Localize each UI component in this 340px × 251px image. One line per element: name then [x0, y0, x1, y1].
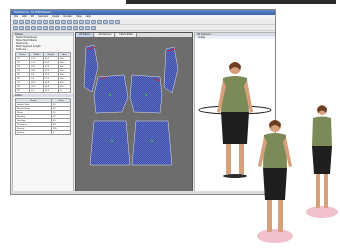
simulate-icon[interactable]: [85, 19, 90, 24]
fabric-table: Name Value Stretch-Weft 30 Stretch-Warp 30…: [15, 98, 72, 135]
point-tool-icon[interactable]: [55, 19, 60, 24]
cell: 14.2: [42, 88, 59, 93]
select-tool-icon[interactable]: [43, 19, 48, 24]
avatar-skirt: [312, 146, 332, 174]
pin-icon[interactable]: [67, 25, 72, 30]
cell: 72: [57, 88, 72, 93]
pattern-piece-back-skirt[interactable]: [131, 120, 173, 166]
avatar-leg-right: [324, 174, 328, 208]
sewing-tool-icon[interactable]: [79, 19, 84, 24]
camera-icon[interactable]: [91, 25, 96, 30]
polygon-tool-icon[interactable]: [73, 19, 78, 24]
pattern-piece-front-skirt[interactable]: [89, 120, 131, 166]
pleat-icon[interactable]: [37, 25, 42, 30]
floating-avatars: [257, 105, 338, 243]
pattern-table: Name Width Height Area P1 12.4 30.2 280 P2 1…: [14, 52, 72, 93]
avatar-leg-left: [267, 200, 272, 232]
avatar-skirt: [263, 168, 287, 200]
grainline-icon[interactable]: [49, 25, 54, 30]
open-file-icon[interactable]: [19, 19, 24, 24]
pattern-2d-view[interactable]: 2D Pattern 3D Garment Fabric Editor: [75, 32, 193, 194]
zoom-out-icon[interactable]: [109, 19, 114, 24]
fabric-panel-title: Fabric: [13, 94, 73, 97]
avatar-leg-right: [278, 200, 283, 232]
cell: P9: [14, 88, 31, 93]
line-tool-icon[interactable]: [61, 19, 66, 24]
mirror-icon[interactable]: [19, 25, 24, 30]
pattern-canvas[interactable]: [76, 37, 192, 193]
save-icon[interactable]: [25, 19, 30, 24]
undo-icon[interactable]: [31, 19, 36, 24]
fit-view-icon[interactable]: [115, 19, 120, 24]
notch-icon[interactable]: [25, 25, 30, 30]
table-row[interactable]: P9 6.0 14.2 72: [14, 88, 72, 93]
top-dark-strip: [126, 0, 336, 4]
cell: 6.0: [29, 88, 44, 93]
table-row[interactable]: Friction 3: [15, 130, 72, 135]
arrange-icon[interactable]: [13, 25, 18, 30]
avatar-top: [263, 133, 287, 168]
avatar-shadow: [306, 206, 338, 218]
transform-tool-icon[interactable]: [49, 19, 54, 24]
avatar-top: [312, 116, 332, 146]
render-icon[interactable]: [85, 25, 90, 30]
fold-icon[interactable]: [73, 25, 78, 30]
zoom-in-icon[interactable]: [103, 19, 108, 24]
pattern-panel: Pattern Select Points/Lines Show Notch M…: [12, 32, 74, 194]
secondary-toolbar: [11, 25, 275, 31]
texture-icon[interactable]: [79, 25, 84, 30]
measure-icon[interactable]: [61, 25, 66, 30]
fabric-icon[interactable]: [97, 19, 102, 24]
avatar-shadow: [257, 229, 293, 243]
rectangle-tool-icon[interactable]: [67, 19, 72, 24]
seam-allowance-icon[interactable]: [43, 25, 48, 30]
avatar-toolbar-label: Avatar: [195, 36, 275, 39]
avatar-leg-left: [316, 174, 320, 208]
dart-icon[interactable]: [31, 25, 36, 30]
cell: Friction: [15, 130, 52, 135]
redo-icon[interactable]: [37, 19, 42, 24]
text-tool-icon[interactable]: [55, 25, 60, 30]
cell: 3: [50, 130, 72, 135]
option-fold-line[interactable]: Fold Line: [13, 48, 73, 51]
avatar-icon[interactable]: [91, 19, 96, 24]
new-file-icon[interactable]: [13, 19, 18, 24]
pattern-piece-front-bodice[interactable]: [93, 74, 129, 114]
